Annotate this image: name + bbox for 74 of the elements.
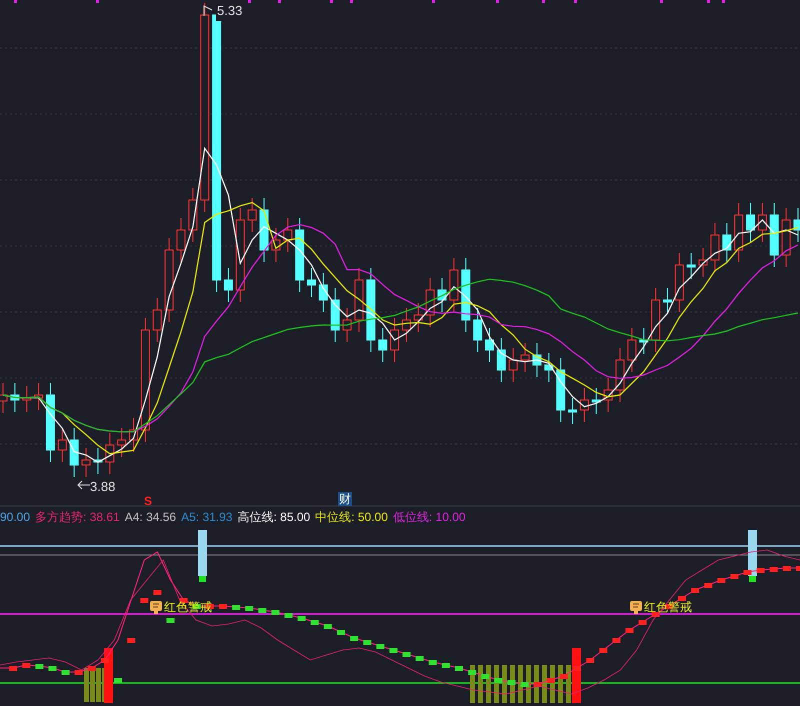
high-price-label: 5.33: [216, 1, 244, 20]
candlestick: [271, 228, 280, 262]
candlestick: [449, 258, 458, 312]
candlestick: [426, 278, 435, 328]
finance-marker: 财: [338, 492, 352, 506]
candlestick: [616, 348, 625, 402]
candlestick: [0, 382, 8, 414]
candlestick: [580, 388, 589, 422]
candlestick: [674, 252, 684, 312]
legend-value: 多方趋势: 38.61: [35, 509, 120, 526]
candlestick: [639, 328, 648, 354]
candlestick: [283, 218, 292, 252]
note-icon: [630, 600, 642, 614]
candlestick: [746, 202, 756, 242]
candlestick: [93, 448, 102, 474]
candlestick: [414, 302, 423, 332]
candlestick: [710, 222, 720, 272]
candlestick: [354, 268, 364, 332]
candlestick: [342, 308, 352, 342]
candlestick: [473, 308, 482, 352]
candlestick: [330, 288, 340, 342]
candlestick: [10, 382, 20, 412]
candlestick: [70, 428, 79, 478]
candlestick: [318, 272, 328, 312]
candlestick: [794, 208, 800, 242]
candlestick: [307, 268, 316, 298]
legend-value: 高位线: 85.00: [237, 509, 310, 526]
candlestick: [82, 448, 91, 478]
candlestick: [248, 198, 257, 232]
legend-value: A4: 34.56: [124, 509, 176, 526]
candlestick: [556, 358, 566, 422]
candlestick: [34, 382, 44, 410]
candlestick: [627, 328, 636, 372]
candlestick: [662, 288, 672, 314]
candlestick: [770, 202, 779, 268]
candlestick: [105, 432, 114, 474]
candlestick: [58, 428, 67, 462]
candlestick: [544, 352, 554, 382]
candlestick: [260, 198, 269, 262]
high-pointer-icon: [204, 5, 212, 16]
candlestick: [390, 318, 400, 362]
candlestick: [485, 328, 494, 362]
candlestick: [698, 248, 708, 278]
candlestick: [176, 218, 186, 262]
candlestick: [402, 308, 411, 342]
candlestick: [520, 342, 530, 372]
candlestick: [188, 188, 198, 242]
candlestick: [378, 328, 388, 362]
legend-value: A5: 31.93: [181, 509, 232, 526]
candlestick: [117, 428, 126, 458]
candlestick: [758, 202, 767, 242]
candlestick: [438, 278, 447, 312]
candlestick: [734, 202, 744, 262]
candlestick: [152, 298, 162, 342]
note-icon: [150, 600, 162, 614]
candlestick: [782, 208, 791, 268]
low-pointer-icon: [77, 480, 90, 490]
candlestick: [568, 398, 578, 424]
candlestick: [508, 348, 518, 382]
candlestick: [224, 268, 233, 302]
candlestick: [496, 338, 506, 382]
candlestick: [129, 418, 138, 452]
candlestick: [686, 252, 696, 280]
signal-marker: S: [144, 493, 152, 510]
legend-value: 90.00: [0, 509, 30, 526]
candlestick: [532, 342, 542, 378]
candlestick: [651, 288, 660, 352]
candlestick: [722, 222, 732, 262]
low-price-label: 3.88: [90, 478, 116, 496]
candlestick: [22, 386, 32, 412]
legend-value: 中位线: 50.00: [315, 509, 388, 526]
candlestick: [604, 378, 613, 412]
legend-value: 低位线: 10.00: [392, 509, 466, 526]
candlestick: [592, 388, 601, 414]
